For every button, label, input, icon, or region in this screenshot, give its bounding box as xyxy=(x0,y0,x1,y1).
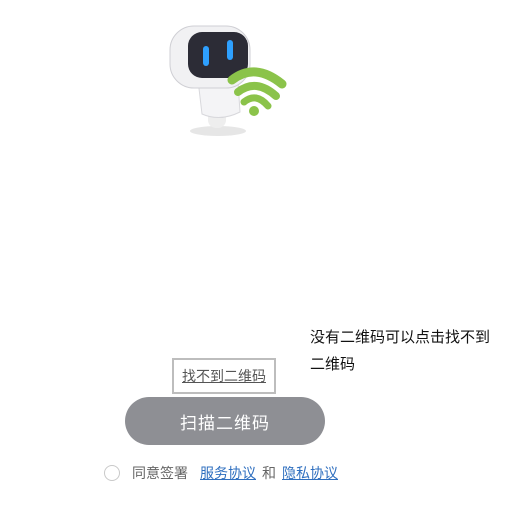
agreement-prefix: 同意签署 xyxy=(132,466,188,482)
robot-wifi-icon xyxy=(160,22,300,144)
privacy-agreement-link[interactable]: 隐私协议 xyxy=(282,463,338,483)
hint-text: 没有二维码可以点击找不到二维码 xyxy=(310,328,491,373)
not-found-link[interactable]: 找不到二维码 xyxy=(172,358,276,394)
agree-radio[interactable] xyxy=(104,465,120,481)
agreement-row: 同意签署 服务协议 和 隐私协议 xyxy=(104,462,338,484)
service-agreement-link[interactable]: 服务协议 xyxy=(200,463,256,483)
scan-qr-button[interactable]: 扫描二维码 xyxy=(125,397,325,445)
agreement-conjunction: 和 xyxy=(262,466,276,482)
